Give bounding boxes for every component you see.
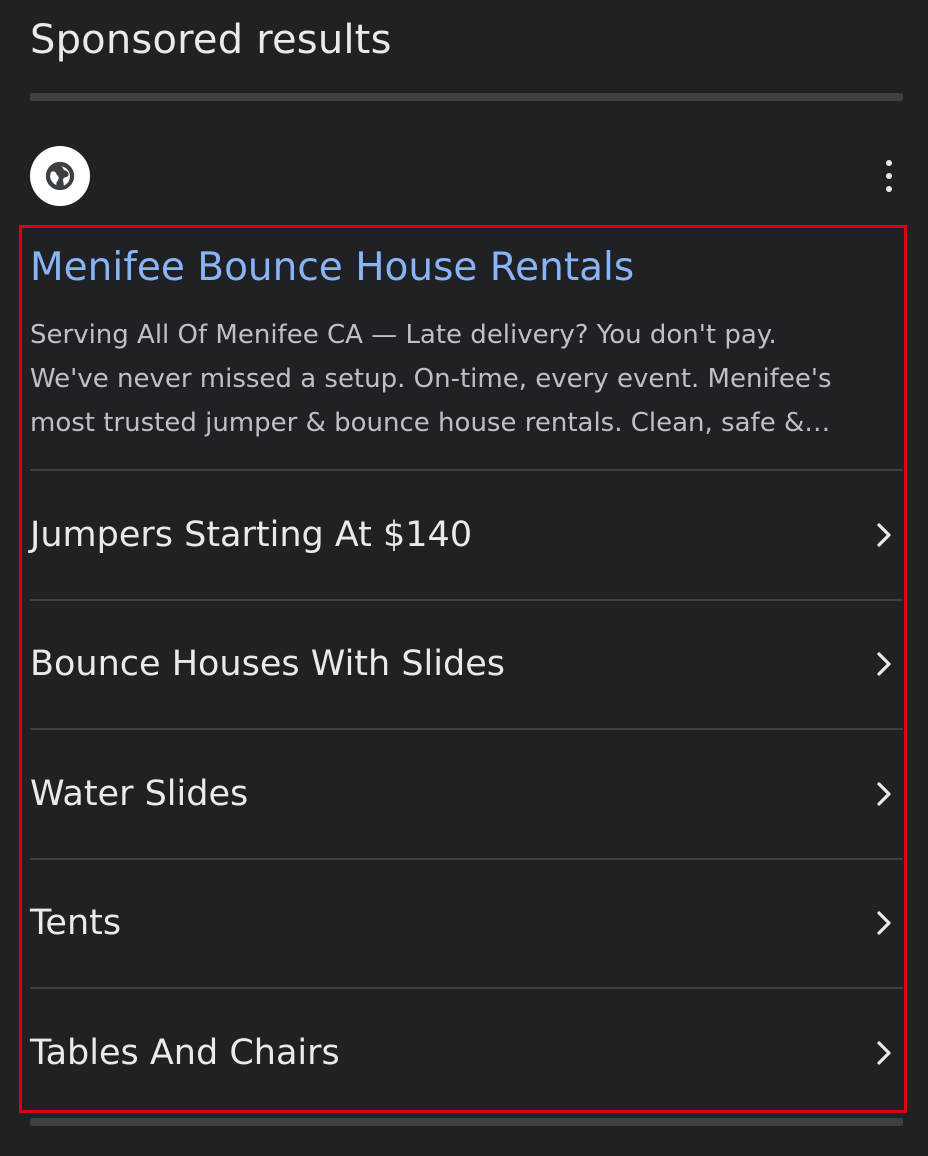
chevron-right-icon [877, 652, 891, 676]
globe-icon [45, 161, 75, 191]
site-favicon [30, 146, 90, 206]
section-divider [30, 93, 903, 101]
ad-description: Serving All Of Menifee CA — Late deliver… [30, 313, 890, 445]
ad-title-link[interactable]: Menifee Bounce House Rentals [30, 240, 634, 296]
menu-dot [886, 186, 892, 192]
ad-description-line: We've never missed a setup. On-time, eve… [30, 364, 832, 394]
chevron-right-icon [877, 523, 891, 547]
sitelink-water-slides[interactable]: Water Slides [30, 728, 903, 858]
ad-description-line: most trusted jumper & bounce house renta… [30, 408, 831, 438]
menu-dot [886, 160, 892, 166]
sitelink-label: Bounce Houses With Slides [30, 644, 505, 684]
sitelink-label: Water Slides [30, 773, 249, 814]
section-divider [30, 1118, 903, 1126]
sitelink-jumpers[interactable]: Jumpers Starting At $140 [30, 469, 903, 599]
sitelink-label: Tents [30, 903, 122, 943]
sitelinks-list: Jumpers Starting At $140 Bounce Houses W… [30, 469, 903, 1117]
ad-site-row [30, 146, 903, 206]
sitelink-label: Tables And Chairs [30, 1032, 340, 1073]
ad-description-line: Serving All Of Menifee CA — Late deliver… [30, 320, 777, 350]
chevron-right-icon [877, 911, 891, 935]
more-options-button[interactable] [881, 160, 897, 192]
menu-dot [886, 173, 892, 179]
chevron-right-icon [877, 1041, 891, 1065]
section-title: Sponsored results [30, 17, 392, 63]
sitelink-tables-chairs[interactable]: Tables And Chairs [30, 987, 903, 1117]
chevron-right-icon [877, 782, 891, 806]
sitelink-label: Jumpers Starting At $140 [30, 514, 473, 555]
sitelink-bounce-houses[interactable]: Bounce Houses With Slides [30, 598, 903, 729]
sitelink-tents[interactable]: Tents [30, 857, 903, 988]
